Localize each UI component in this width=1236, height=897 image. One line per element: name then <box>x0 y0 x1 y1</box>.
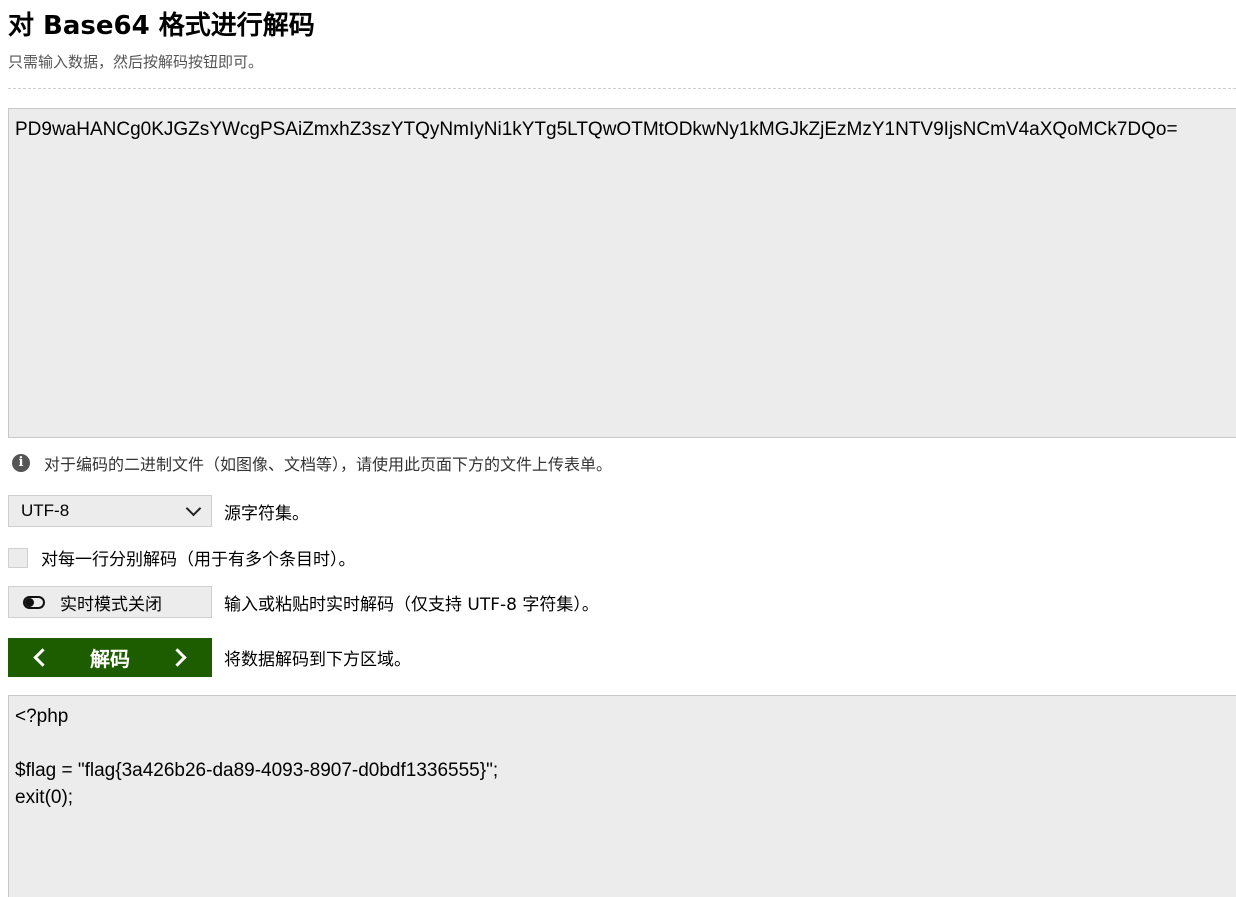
toggle-off-icon <box>23 595 45 609</box>
base64-input-textarea[interactable]: PD9waHANCg0KJGZsYWcgPSAiZmxhZ3szYTQyNmIy… <box>8 108 1236 438</box>
decoded-output-textarea[interactable]: <?php $flag = "flag{3a426b26-da89-4093-8… <box>8 695 1236 897</box>
per-line-label[interactable]: 对每一行分别解码（用于有多个条目时）。 <box>41 545 356 570</box>
decode-description: 将数据解码到下方区域。 <box>224 650 411 670</box>
decode-row: 解码 将数据解码到下方区域。 <box>8 638 411 677</box>
live-mode-toggle-button[interactable]: 实时模式关闭 <box>8 586 212 618</box>
page-title: 对 Base64 格式进行解码 <box>8 11 315 41</box>
decode-button[interactable]: 解码 <box>8 638 212 677</box>
binary-file-note: i 对于编码的二进制文件（如图像、文档等），请使用此页面下方的文件上传表单。 <box>12 451 612 475</box>
live-mode-description: 输入或粘贴时实时解码（仅支持 UTF-8 字符集）。 <box>224 594 599 615</box>
chevron-right-icon <box>168 648 187 667</box>
per-line-checkbox[interactable] <box>8 547 28 568</box>
info-icon: i <box>12 454 30 472</box>
charset-label: 源字符集。 <box>224 503 309 524</box>
chevron-left-icon <box>33 648 52 667</box>
divider <box>8 88 1236 89</box>
decode-button-label: 解码 <box>90 647 130 671</box>
chevron-down-icon <box>185 500 202 517</box>
page-subtitle: 只需输入数据，然后按解码按钮即可。 <box>8 53 264 71</box>
charset-selected-value: UTF-8 <box>21 501 70 520</box>
binary-file-note-text: 对于编码的二进制文件（如图像、文档等），请使用此页面下方的文件上传表单。 <box>44 455 613 474</box>
live-mode-row: 实时模式关闭 输入或粘贴时实时解码（仅支持 UTF-8 字符集）。 <box>8 586 599 618</box>
charset-select[interactable]: UTF-8 <box>8 495 212 527</box>
charset-row: UTF-8 源字符集。 <box>8 495 309 527</box>
per-line-row: 对每一行分别解码（用于有多个条目时）。 <box>8 545 356 570</box>
page: 对 Base64 格式进行解码 只需输入数据，然后按解码按钮即可。 PD9waH… <box>0 0 1236 897</box>
live-mode-button-label: 实时模式关闭 <box>60 594 162 615</box>
